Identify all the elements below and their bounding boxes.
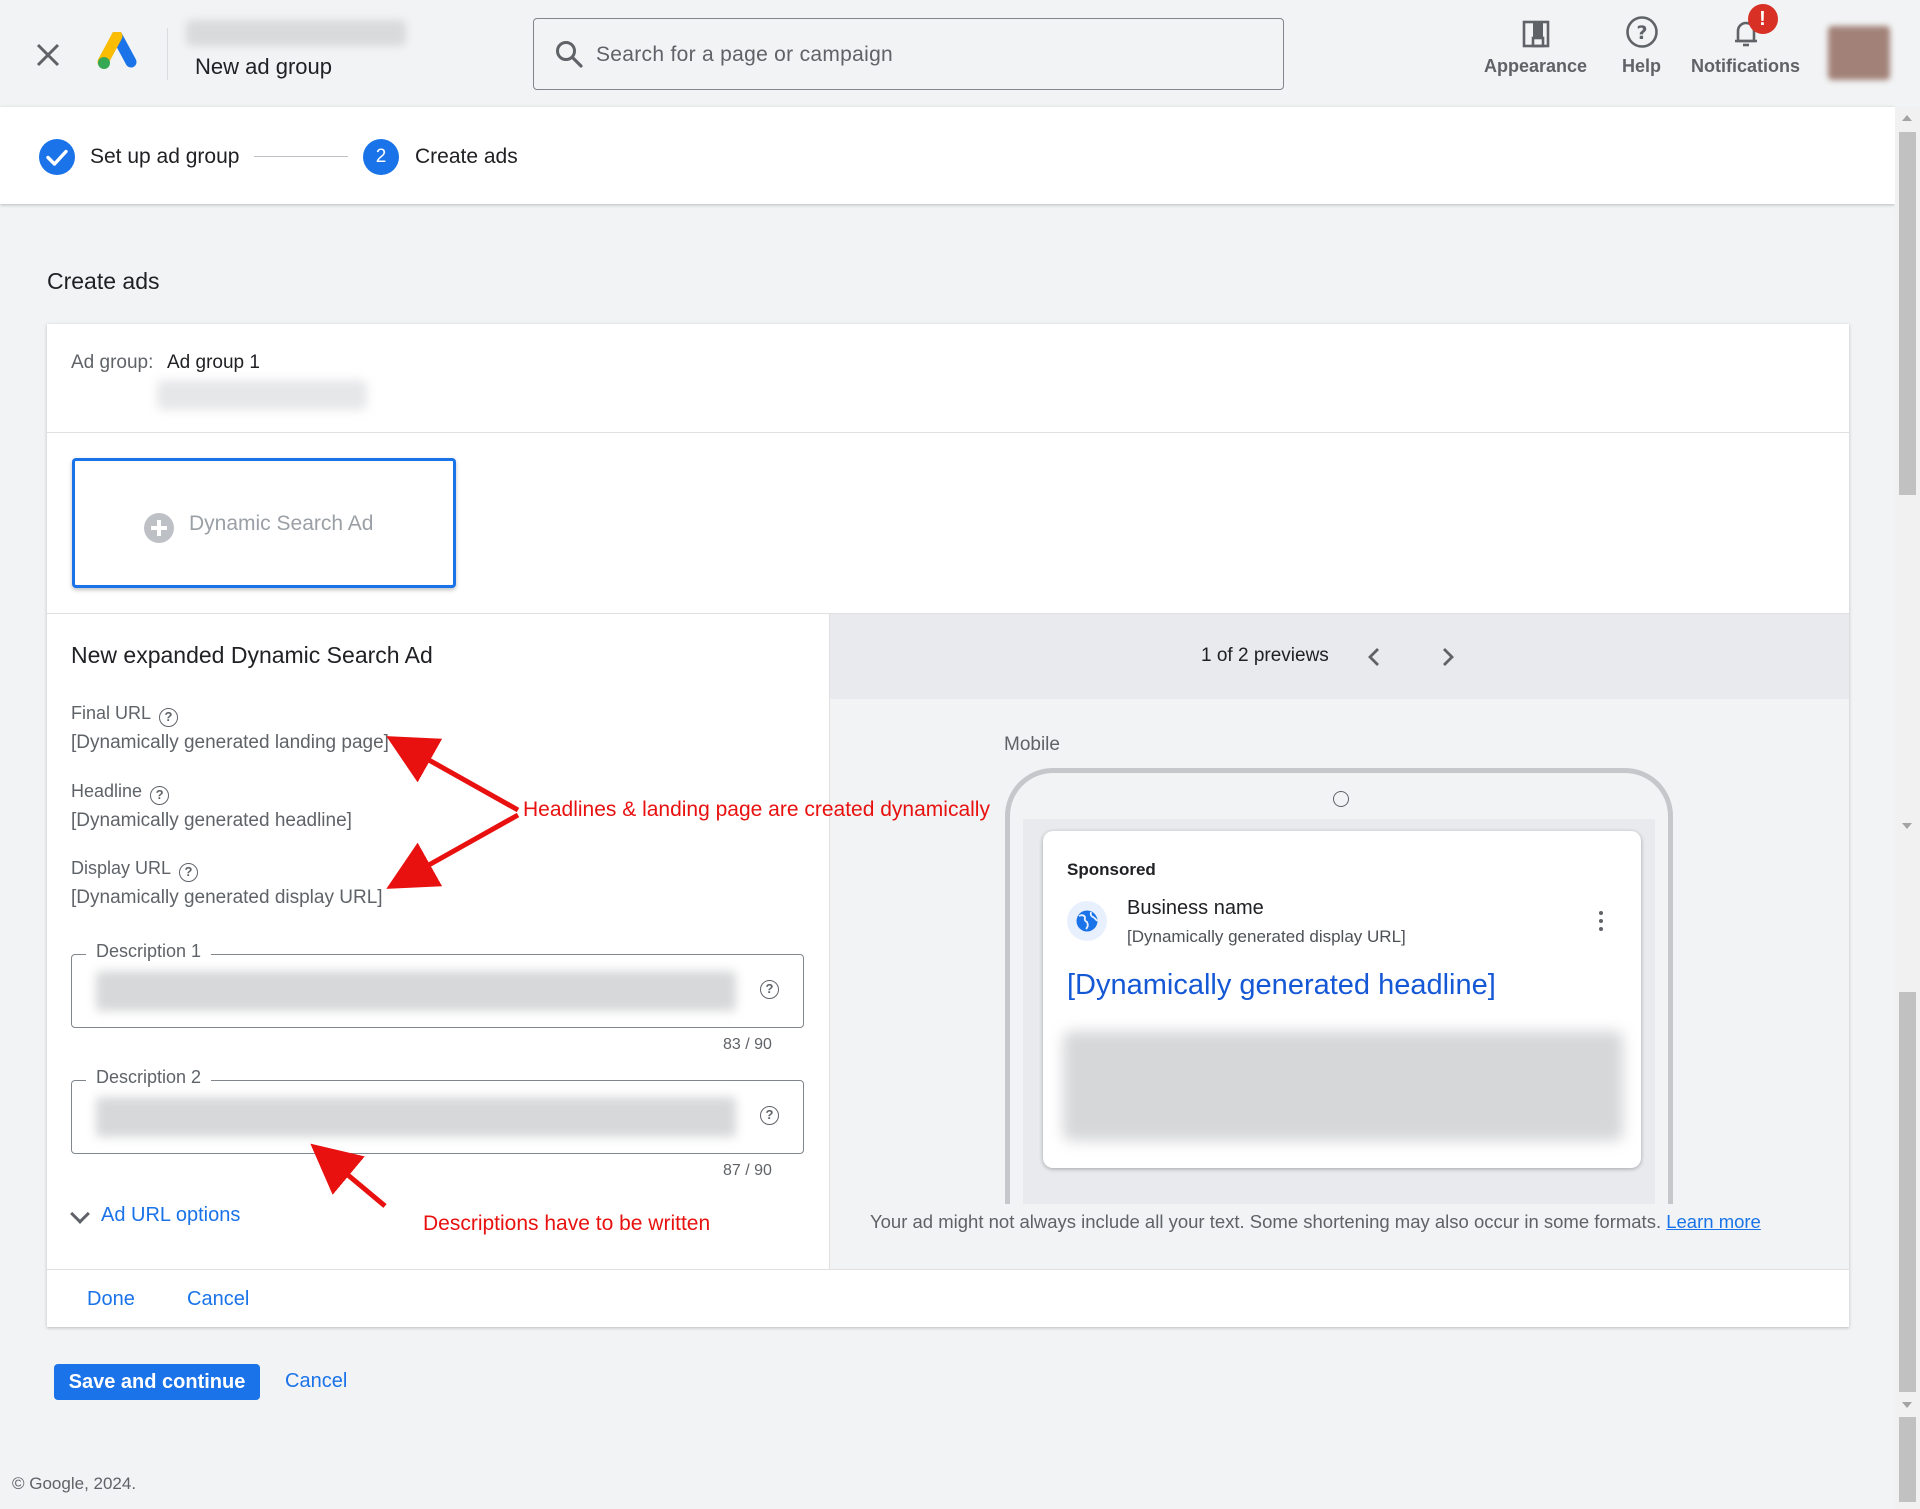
chevron-right-icon[interactable] (1435, 645, 1459, 669)
card-cancel-button[interactable]: Cancel (187, 1288, 249, 1311)
scroll-thumb-bottom[interactable] (1899, 1417, 1916, 1502)
device-label: Mobile (1004, 734, 1060, 755)
description-1-counter: 83 / 90 (723, 1036, 772, 1053)
done-button[interactable]: Done (87, 1288, 135, 1311)
chevron-down-icon (70, 1203, 90, 1224)
ad-group-row: Ad group: Ad group 1 (47, 324, 1849, 433)
step-create-ads: Create ads (415, 145, 518, 168)
dynamic-search-ad-button[interactable]: Dynamic Search Ad (72, 458, 456, 588)
help-icon[interactable]: ? (760, 1106, 779, 1125)
close-icon[interactable] (30, 37, 66, 73)
header-divider (167, 28, 168, 80)
search-input[interactable] (596, 39, 1236, 71)
description-2-text-redacted[interactable] (96, 1097, 736, 1137)
globe-icon (1067, 901, 1107, 941)
final-url-label: Final URL? (71, 703, 179, 727)
help-label: Help (1622, 56, 1662, 76)
description-1-field[interactable]: Description 1 ? (71, 941, 804, 1028)
stepper: Set up ad group 2 Create ads (0, 107, 1895, 204)
search-icon (556, 41, 583, 68)
preview-count: 1 of 2 previews (1201, 645, 1329, 666)
description-1-label: Description 1 (86, 941, 212, 962)
save-and-continue-button[interactable]: Save and continue (54, 1364, 260, 1400)
sponsored-label: Sponsored (1067, 860, 1156, 879)
annotation-descriptions-note: Descriptions have to be written (423, 1212, 711, 1235)
check-icon (46, 149, 68, 166)
step-complete-icon (39, 139, 75, 175)
copyright: © Google, 2024. (12, 1474, 137, 1493)
account-name-redacted (186, 20, 406, 46)
headline-value: [Dynamically generated headline] (71, 810, 352, 831)
scroll-marker (1902, 823, 1912, 829)
page-title: New ad group (195, 54, 332, 79)
preview-note: Your ad might not always include all you… (870, 1211, 1761, 1233)
scroll-thumb[interactable] (1899, 132, 1916, 495)
ad-headline[interactable]: [Dynamically generated headline] (1067, 969, 1496, 1002)
scroll-up-arrow[interactable] (1902, 115, 1912, 121)
chevron-left-icon[interactable] (1363, 645, 1387, 669)
ad-group-detail-redacted (157, 380, 367, 410)
phone-camera (1333, 791, 1349, 807)
phone-screen: Sponsored Business name [Dynamically gen… (1023, 819, 1655, 1204)
description-2-label: Description 2 (86, 1067, 212, 1088)
top-bar: New ad group Appearance ? Help ! (0, 0, 1920, 107)
ad-editor-card: Ad group: Ad group 1 Dynamic Search Ad N… (47, 324, 1849, 1327)
page-cancel-button[interactable]: Cancel (285, 1370, 347, 1393)
ad-url-options-toggle[interactable]: Ad URL options (69, 1203, 241, 1227)
scroll-down-arrow[interactable] (1902, 1402, 1912, 1408)
page-scrollbar[interactable] (1895, 107, 1920, 1509)
ad-type-label: Dynamic Search Ad (189, 512, 374, 535)
avatar[interactable] (1828, 26, 1890, 80)
preview-note-text: Your ad might not always include all you… (870, 1211, 1662, 1232)
notifications-button[interactable]: ! Notifications (1691, 4, 1801, 77)
search-box[interactable] (533, 18, 1284, 90)
step-setup-ad-group[interactable]: Set up ad group (90, 145, 239, 169)
help-icon[interactable]: ? (150, 786, 170, 805)
more-options-icon[interactable] (1599, 911, 1603, 935)
annotation-headlines-note: Headlines & landing page are created dyn… (523, 798, 990, 821)
description-2-field[interactable]: Description 2 ? (71, 1067, 804, 1154)
ad-group-label: Ad group: (71, 352, 154, 373)
business-name: Business name (1127, 897, 1264, 919)
ad-preview-card: Sponsored Business name [Dynamically gen… (1043, 831, 1641, 1168)
google-ads-logo (97, 32, 137, 69)
final-url-value: [Dynamically generated landing page] (71, 732, 389, 753)
help-icon[interactable]: ? (179, 863, 199, 882)
section-title: Create ads (47, 268, 160, 294)
appearance-label: Appearance (1484, 56, 1588, 76)
card-footer: Done Cancel (47, 1269, 1849, 1327)
notifications-icon-wrap: ! (1728, 4, 1778, 50)
ad-editor: New expanded Dynamic Search Ad Final URL… (47, 614, 829, 1269)
description-2-counter: 87 / 90 (723, 1162, 772, 1179)
scroll-thumb-lower[interactable] (1899, 992, 1916, 1392)
step-connector (254, 156, 348, 157)
display-url-value: [Dynamically generated display URL] (71, 887, 383, 908)
help-button[interactable]: ? Help (1622, 14, 1661, 77)
add-circle-icon (144, 513, 174, 543)
svg-text:?: ? (1636, 22, 1647, 44)
help-icon: ? (1625, 16, 1658, 48)
ad-group-value: Ad group 1 (167, 352, 260, 373)
learn-more-link[interactable]: Learn more (1666, 1211, 1761, 1232)
ad-display-url: [Dynamically generated display URL] (1127, 927, 1406, 946)
display-url-label-text: Display URL (71, 858, 172, 878)
headline-label-text: Headline (71, 781, 143, 801)
appearance-button[interactable]: Appearance (1484, 14, 1587, 77)
phone-frame: Sponsored Business name [Dynamically gen… (1005, 768, 1673, 1204)
help-icon[interactable]: ? (159, 708, 179, 727)
step-number: 2 (363, 139, 399, 175)
preview-header: 1 of 2 previews (830, 614, 1849, 699)
description-1-text-redacted[interactable] (96, 971, 736, 1011)
ad-url-options-label: Ad URL options (101, 1204, 241, 1226)
ad-preview-panel: 1 of 2 previews Mobile Sponsored Busines… (829, 614, 1849, 1269)
notification-badge: ! (1747, 4, 1778, 34)
appearance-icon (1522, 20, 1549, 48)
editor-title: New expanded Dynamic Search Ad (71, 642, 433, 668)
ad-description-redacted (1063, 1031, 1623, 1141)
help-icon[interactable]: ? (760, 980, 779, 999)
notifications-label: Notifications (1691, 56, 1801, 76)
display-url-label: Display URL? (71, 858, 199, 882)
final-url-label-text: Final URL (71, 703, 152, 723)
headline-label: Headline? (71, 781, 170, 805)
